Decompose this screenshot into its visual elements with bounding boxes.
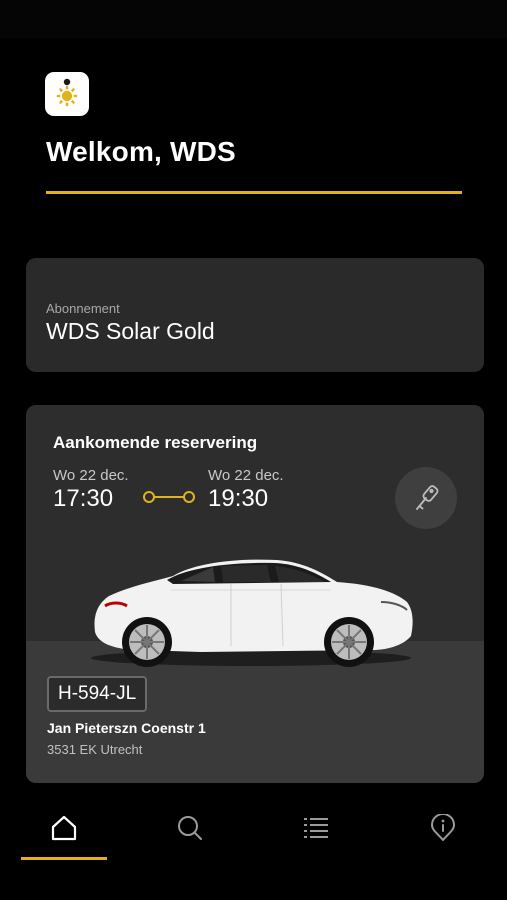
end-date: Wo 22 dec. xyxy=(208,467,284,484)
app-logo xyxy=(45,72,89,116)
start-date: Wo 22 dec. xyxy=(53,467,129,484)
start-time: 17:30 xyxy=(53,485,114,512)
end-time: 19:30 xyxy=(208,485,269,512)
reservation-title: Aankomende reservering xyxy=(53,433,258,452)
license-plate: H-594-JL xyxy=(47,676,148,712)
bottom-navigation xyxy=(0,800,507,900)
reservation-card[interactable]: Aankomende reservering Wo 22 dec. 17:30 … xyxy=(26,405,484,783)
search-icon xyxy=(178,816,202,840)
address-street: Jan Pieterszn Coenstr 1 xyxy=(47,720,206,736)
nav-info[interactable] xyxy=(380,800,506,862)
subscription-card[interactable]: Abonnement WDS Solar Gold xyxy=(26,258,484,372)
list-icon xyxy=(304,818,328,838)
sun-logo-icon xyxy=(56,78,78,107)
address-city: 3531 EK Utrecht xyxy=(47,742,143,757)
nav-search[interactable] xyxy=(127,800,253,862)
car-image xyxy=(91,559,413,667)
nav-active-indicator xyxy=(21,857,107,860)
info-pin-icon xyxy=(431,814,455,841)
time-range-connector-icon xyxy=(143,491,195,503)
greeting-title: Welkom, WDS xyxy=(46,136,236,167)
subscription-label: Abonnement xyxy=(46,301,120,316)
subscription-value: WDS Solar Gold xyxy=(46,318,215,344)
car-key-button[interactable] xyxy=(395,467,457,529)
nav-list[interactable] xyxy=(253,800,379,862)
car-key-icon xyxy=(416,485,439,510)
home-icon xyxy=(51,815,77,841)
nav-home[interactable] xyxy=(1,800,127,862)
greeting-underline xyxy=(46,191,462,194)
status-bar xyxy=(0,0,507,38)
